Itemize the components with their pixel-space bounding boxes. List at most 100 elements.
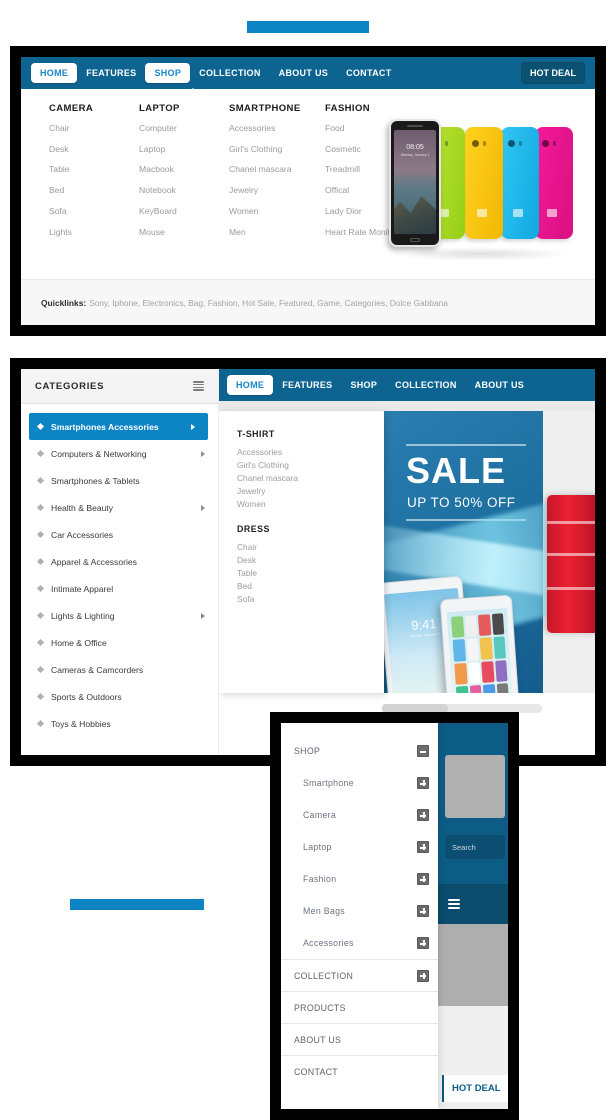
mobile-menu-item-camera[interactable]: Camera <box>281 799 438 831</box>
mega-column-laptop: LAPTOP Computer Laptop Macbook Notebook … <box>139 103 229 263</box>
dropdown-link[interactable]: Accessories <box>237 446 384 459</box>
nav2-item-about-us[interactable]: ABOUT US <box>466 375 533 395</box>
phone-pink-icon <box>535 127 573 239</box>
hot-deal-button[interactable]: HOT DEAL <box>521 62 585 84</box>
sale-hero-banner[interactable]: SALE UP TO 50% OFF 9:41 Monday, January … <box>382 411 595 693</box>
minus-toggle-icon[interactable] <box>417 745 429 757</box>
active-tab-caret-icon <box>186 88 200 95</box>
sidebar-item-car-accessories[interactable]: Car Accessories <box>21 521 218 548</box>
sidebar-item-sports-outdoors[interactable]: Sports & Outdoors <box>21 683 218 710</box>
column-title: CAMERA <box>49 103 94 114</box>
dropdown-link[interactable]: Chair <box>237 541 384 554</box>
diamond-bullet-icon <box>36 530 45 539</box>
sidebar-item-smartphones-tablets[interactable]: Smartphones & Tablets <box>21 467 218 494</box>
column-link[interactable]: KeyBoard <box>139 206 229 217</box>
column-link[interactable]: Jewelry <box>229 185 325 196</box>
dropdown-link[interactable]: Sofa <box>237 593 384 606</box>
column-link[interactable]: Bed <box>49 185 139 196</box>
dropdown-link[interactable]: Women <box>237 498 384 511</box>
column-link[interactable]: Girl's Clothing <box>229 144 325 155</box>
mobile-menu-label: SHOP <box>294 746 321 756</box>
nav2-item-features[interactable]: FEATURES <box>273 375 341 395</box>
mobile-menu-item-laptop[interactable]: Laptop <box>281 831 438 863</box>
dropdown-link[interactable]: Jewelry <box>237 485 384 498</box>
nav2-item-shop[interactable]: SHOP <box>341 375 386 395</box>
hamburger-icon[interactable] <box>448 899 460 909</box>
plus-toggle-icon[interactable] <box>417 873 429 885</box>
sidebar-item-cameras-camcorders[interactable]: Cameras & Camcorders <box>21 656 218 683</box>
plus-toggle-icon[interactable] <box>417 841 429 853</box>
dropdown-link[interactable]: Chanel mascara <box>237 472 384 485</box>
mobile-menu-item-collection[interactable]: COLLECTION <box>281 959 438 991</box>
plus-toggle-icon[interactable] <box>417 937 429 949</box>
sidebar-item-intimate-apparel[interactable]: Intimate Apparel <box>21 575 218 602</box>
mobile-header: Search <box>438 743 508 884</box>
column-link[interactable]: Men <box>229 227 325 238</box>
mobile-menu-label: COLLECTION <box>294 970 354 981</box>
dropdown-link[interactable]: Bed <box>237 580 384 593</box>
sidebar-item-label: Home & Office <box>51 637 107 648</box>
sidebar-item-label: Car Accessories <box>51 529 114 540</box>
nav-item-home[interactable]: HOME <box>31 63 78 83</box>
column-link[interactable]: Women <box>229 206 325 217</box>
sidebar-item-computers-networking[interactable]: Computers & Networking <box>21 440 218 467</box>
quicklinks-list[interactable]: Sony, Iphone, Electronics, Bag, Fashion,… <box>89 298 448 308</box>
mega-menu-promo: 08:05 Monday, January 1 <box>389 103 577 263</box>
mobile-menu-item-men-bags[interactable]: Men Bags <box>281 895 438 927</box>
sidebar-item-home-office[interactable]: Home & Office <box>21 629 218 656</box>
mobile-menu-item-fashion[interactable]: Fashion <box>281 863 438 895</box>
dropdown-link[interactable]: Desk <box>237 554 384 567</box>
sidebar-item-smartphones-accessories[interactable]: Smartphones Accessories <box>29 413 208 440</box>
accent-bar-top <box>247 21 369 33</box>
dropdown-link[interactable]: Table <box>237 567 384 580</box>
column-link[interactable]: Macbook <box>139 164 229 175</box>
column-link[interactable]: Desk <box>49 144 139 155</box>
search-input[interactable]: Search <box>445 835 505 859</box>
hamburger-icon[interactable] <box>193 381 204 391</box>
nav2-item-collection[interactable]: COLLECTION <box>386 375 466 395</box>
plus-toggle-icon[interactable] <box>417 809 429 821</box>
sidebar-item-health-beauty[interactable]: Health & Beauty <box>21 494 218 521</box>
plus-toggle-icon[interactable] <box>417 777 429 789</box>
mobile-menu-item-products[interactable]: PRODUCTS <box>281 991 438 1023</box>
column-link[interactable]: Computer <box>139 123 229 134</box>
categories-header[interactable]: CATEGORIES <box>21 369 218 404</box>
column-link[interactable]: Accessories <box>229 123 325 134</box>
column-link[interactable]: Chair <box>49 123 139 134</box>
sidebar-item-apparel-accessories[interactable]: Apparel & Accessories <box>21 548 218 575</box>
nav-item-features[interactable]: FEATURES <box>77 63 145 83</box>
sidebar-item-lights-lighting[interactable]: Lights & Lighting <box>21 602 218 629</box>
sidebar-item-label: Sports & Outdoors <box>51 691 122 702</box>
nav-item-collection[interactable]: COLLECTION <box>190 63 270 83</box>
column-link[interactable]: Lights <box>49 227 139 238</box>
nav2-item-home[interactable]: HOME <box>227 375 274 395</box>
secondary-navbar: HOME FEATURES SHOP COLLECTION ABOUT US <box>219 369 595 401</box>
column-link[interactable]: Chanel mascara <box>229 164 325 175</box>
plus-toggle-icon[interactable] <box>417 969 429 982</box>
plus-toggle-icon[interactable] <box>417 905 429 917</box>
dropdown-link[interactable]: Girl's Clothing <box>237 459 384 472</box>
quicklinks-label: Quicklinks: <box>41 297 87 308</box>
nav-item-about-us[interactable]: ABOUT US <box>270 63 337 83</box>
mobile-hot-deal-button[interactable]: HOT DEAL <box>442 1075 508 1102</box>
column-link[interactable]: Mouse <box>139 227 229 238</box>
sidebar-item-label: Computers & Networking <box>51 448 147 459</box>
mobile-menu-item-contact[interactable]: CONTACT <box>281 1055 438 1087</box>
mobile-menu-label: CONTACT <box>294 1066 338 1077</box>
diamond-bullet-icon <box>36 584 45 593</box>
mobile-menu-bar[interactable] <box>438 884 508 924</box>
phone-clock-text: 08:05 <box>406 144 424 151</box>
diamond-bullet-icon <box>36 449 45 458</box>
column-link[interactable]: Table <box>49 164 139 175</box>
column-link[interactable]: Notebook <box>139 185 229 196</box>
mobile-menu-item-accessories[interactable]: Accessories <box>281 927 438 959</box>
nav-item-shop[interactable]: SHOP <box>145 63 191 83</box>
mobile-menu-item-smartphone[interactable]: Smartphone <box>281 767 438 799</box>
diamond-bullet-icon <box>36 422 45 431</box>
sidebar-item-toys-hobbies[interactable]: Toys & Hobbies <box>21 710 218 737</box>
mobile-menu-item-about-us[interactable]: ABOUT US <box>281 1023 438 1055</box>
nav-item-contact[interactable]: CONTACT <box>337 63 400 83</box>
mobile-menu-item-shop[interactable]: SHOP <box>281 735 438 767</box>
column-link[interactable]: Sofa <box>49 206 139 217</box>
column-link[interactable]: Laptop <box>139 144 229 155</box>
